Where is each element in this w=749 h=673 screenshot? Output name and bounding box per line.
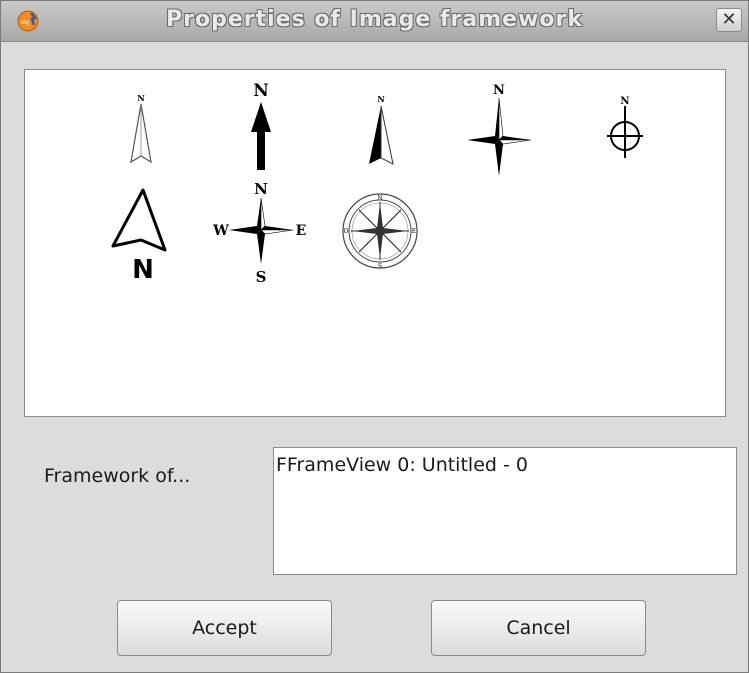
south-letter: S <box>256 268 267 286</box>
north-letter: N <box>377 94 384 104</box>
cancel-button[interactable]: Cancel <box>431 600 646 656</box>
close-icon: ✕ <box>721 9 737 30</box>
accept-button[interactable]: Accept <box>117 600 332 656</box>
north-letter: N <box>377 195 382 202</box>
compass-star-nwse-symbol[interactable]: N W E S <box>213 178 309 286</box>
north-symbols-panel: N N N N N N N W E S N E S O <box>24 69 726 417</box>
framework-list[interactable]: FFrameView 0: Untitled - 0 <box>273 447 737 575</box>
west-letter: W <box>213 223 229 239</box>
west-letter: O <box>344 228 349 235</box>
north-arrow-solid-symbol[interactable]: N <box>243 80 279 172</box>
north-letter: N <box>620 96 629 107</box>
east-letter: E <box>412 228 416 235</box>
title-bar[interactable]: sig Properties of Image framework ✕ <box>1 1 748 42</box>
north-letter: N <box>493 83 505 98</box>
framework-list-item[interactable]: FFrameView 0: Untitled - 0 <box>276 454 736 476</box>
compass-rose-symbol[interactable]: N E S O <box>341 192 419 270</box>
framework-label: Framework of... <box>44 465 191 487</box>
north-arrow-thin-outline-symbol[interactable]: N <box>123 94 159 166</box>
north-arrow-half-filled-symbol[interactable]: N <box>363 92 399 168</box>
north-letter: N <box>253 81 269 101</box>
close-button[interactable]: ✕ <box>716 8 742 32</box>
east-letter: E <box>296 223 307 239</box>
north-letter: N <box>254 180 268 198</box>
dialog-title: Properties of Image framework <box>166 7 583 32</box>
south-letter: S <box>378 263 382 270</box>
north-letter: N <box>137 94 144 103</box>
north-arrow-large-outline-symbol[interactable]: N <box>109 186 173 286</box>
north-letter: N <box>132 255 154 285</box>
compass-star-north-symbol[interactable]: N <box>463 80 535 178</box>
properties-dialog: sig Properties of Image framework ✕ N N … <box>0 0 749 673</box>
crosshair-circle-north-symbol[interactable]: N <box>603 94 647 162</box>
